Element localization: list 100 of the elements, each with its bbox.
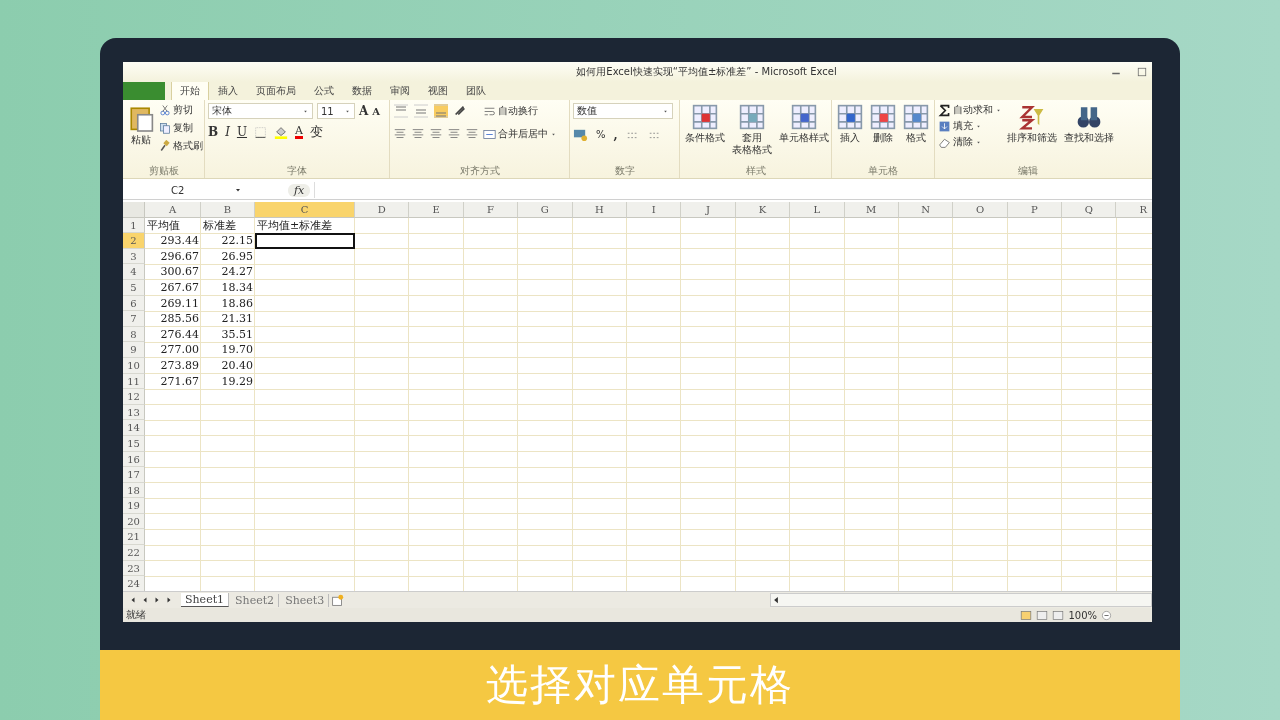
grow-font-button[interactable]: A (359, 104, 369, 118)
editing-button[interactable]: 排序和筛选 (1005, 103, 1059, 164)
column-header[interactable]: D (355, 202, 410, 218)
table-cell-text: 300.67 (159, 264, 200, 280)
group-label: 剪贴板 (147, 164, 180, 178)
ribbon-tab[interactable]: 公式 (305, 81, 343, 100)
table-cell-text: 18.34 (220, 279, 254, 296)
column-header[interactable]: H (572, 202, 627, 218)
row-header[interactable]: 2 (123, 233, 145, 249)
table-cell-text: 271.67 (159, 373, 200, 390)
clipboard-button[interactable]: 复制 (159, 121, 203, 135)
font-color-button[interactable]: A (295, 125, 303, 139)
name-box[interactable]: C2 (123, 182, 248, 198)
ribbon-tab[interactable]: 页面布局 (247, 81, 305, 100)
delete-cells-icon (870, 104, 896, 130)
insert-cells-icon (837, 104, 863, 130)
column-header[interactable]: L (790, 202, 845, 218)
row-header[interactable]: 24 (123, 576, 145, 591)
style-button[interactable]: 单元格样式 (777, 103, 831, 164)
ribbon-tab[interactable]: 数据 (343, 81, 381, 100)
wrap-text-button[interactable]: 自动换行 (483, 104, 538, 118)
first-sheet-icon (129, 596, 137, 604)
clipboard-button[interactable]: 剪切 (159, 103, 203, 117)
column-header[interactable]: Q (1062, 202, 1117, 218)
column-header[interactable]: G (518, 202, 573, 218)
font-size-field[interactable]: 11 (317, 103, 355, 119)
paste-button[interactable]: 粘贴 (126, 103, 156, 164)
table-cell-text: 19.70 (220, 342, 254, 358)
column-header[interactable]: P (1007, 202, 1063, 218)
column-header[interactable]: K (735, 202, 791, 218)
orientation-icon (453, 104, 467, 118)
clipboard-icon (128, 104, 154, 132)
merge-center-button[interactable]: 合并后居中 (483, 127, 557, 141)
row-header[interactable]: 4 (123, 264, 145, 280)
align-top-icon (393, 103, 409, 119)
column-header[interactable]: E (409, 202, 464, 218)
font-style-button[interactable]: U (236, 125, 248, 139)
ribbon-tab[interactable]: 团队 (457, 81, 495, 100)
clipboard-button[interactable]: 格式刷 (159, 139, 203, 153)
ribbon-tab[interactable]: 视图 (419, 81, 457, 100)
ribbon-tab[interactable]: 插入 (209, 81, 247, 100)
cells-button[interactable]: 删除 (868, 103, 898, 164)
row-header[interactable]: 7 (123, 311, 145, 327)
fill-color-icon (274, 125, 289, 139)
column-header[interactable]: F (463, 202, 519, 218)
sheet-tab[interactable]: Sheet1 (181, 593, 230, 607)
font-family-field[interactable]: 宋体 (208, 103, 313, 119)
select-all-button[interactable] (123, 202, 145, 218)
column-header[interactable]: C (255, 202, 355, 218)
column-header[interactable]: A (145, 202, 201, 218)
horizontal-scrollbar[interactable] (770, 593, 1152, 607)
column-header[interactable]: I (626, 202, 682, 218)
editing-button[interactable]: 清除 (938, 135, 1002, 149)
paintbrush-icon (159, 140, 171, 152)
column-header[interactable]: J (681, 202, 736, 218)
phonetic-button[interactable]: 变 (310, 123, 323, 141)
column-header[interactable]: B (201, 202, 255, 218)
number-format-field[interactable]: 数值 (573, 103, 673, 119)
cells-button[interactable]: 插入 (835, 103, 865, 164)
style-button[interactable]: 套用 表格格式 (730, 103, 774, 164)
zoom-level[interactable]: 100% (1068, 609, 1097, 621)
row-header[interactable]: 9 (123, 342, 145, 358)
active-cell[interactable] (255, 233, 355, 249)
shrink-font-button[interactable]: A (372, 105, 381, 117)
row-header[interactable]: 14 (123, 420, 145, 436)
font-style-button[interactable]: B (208, 125, 219, 139)
font-style-button[interactable]: I (225, 125, 230, 139)
cells-button[interactable]: 格式 (901, 103, 931, 164)
prev-sheet-icon (141, 596, 149, 604)
restore-icon (1136, 66, 1148, 78)
table-format-icon (739, 104, 765, 130)
sheet-tab[interactable]: Sheet2 (231, 593, 280, 607)
style-button[interactable]: 条件格式 (683, 103, 727, 164)
row-header[interactable]: 17 (123, 467, 145, 483)
comma-button[interactable]: , (613, 127, 618, 142)
insert-function-button[interactable]: fx (288, 183, 311, 197)
column-header[interactable]: O (953, 202, 1008, 218)
decrease-indent-icon (447, 127, 461, 141)
column-header[interactable]: N (898, 202, 954, 218)
table-cell-text: 标准差 (202, 217, 237, 234)
table-cell-text: 21.31 (220, 311, 254, 327)
ribbon-tab[interactable]: 审阅 (381, 81, 419, 100)
sheet-tab[interactable]: Sheet3 (281, 593, 330, 607)
percent-button[interactable]: % (596, 129, 606, 140)
row-header[interactable]: 12 (123, 389, 145, 405)
format-cells-icon (903, 104, 929, 130)
table-cell-text: 277.00 (159, 342, 200, 358)
table-cell-text: 24.27 (220, 264, 254, 280)
row-header[interactable]: 19 (123, 498, 145, 514)
sigma-icon (938, 103, 951, 117)
table-cell-text: 276.44 (159, 326, 200, 343)
editing-button[interactable]: 查找和选择 (1062, 103, 1116, 164)
currency-icon (573, 127, 588, 142)
editing-button[interactable]: 自动求和 (938, 103, 1002, 117)
row-header[interactable]: 22 (123, 545, 145, 561)
row-header[interactable]: 21 (123, 529, 145, 546)
column-header[interactable]: R (1116, 202, 1152, 218)
table-cell-text: 平均值 (146, 217, 181, 234)
column-header[interactable]: M (844, 202, 899, 218)
editing-button[interactable]: 填充 (938, 119, 1002, 133)
